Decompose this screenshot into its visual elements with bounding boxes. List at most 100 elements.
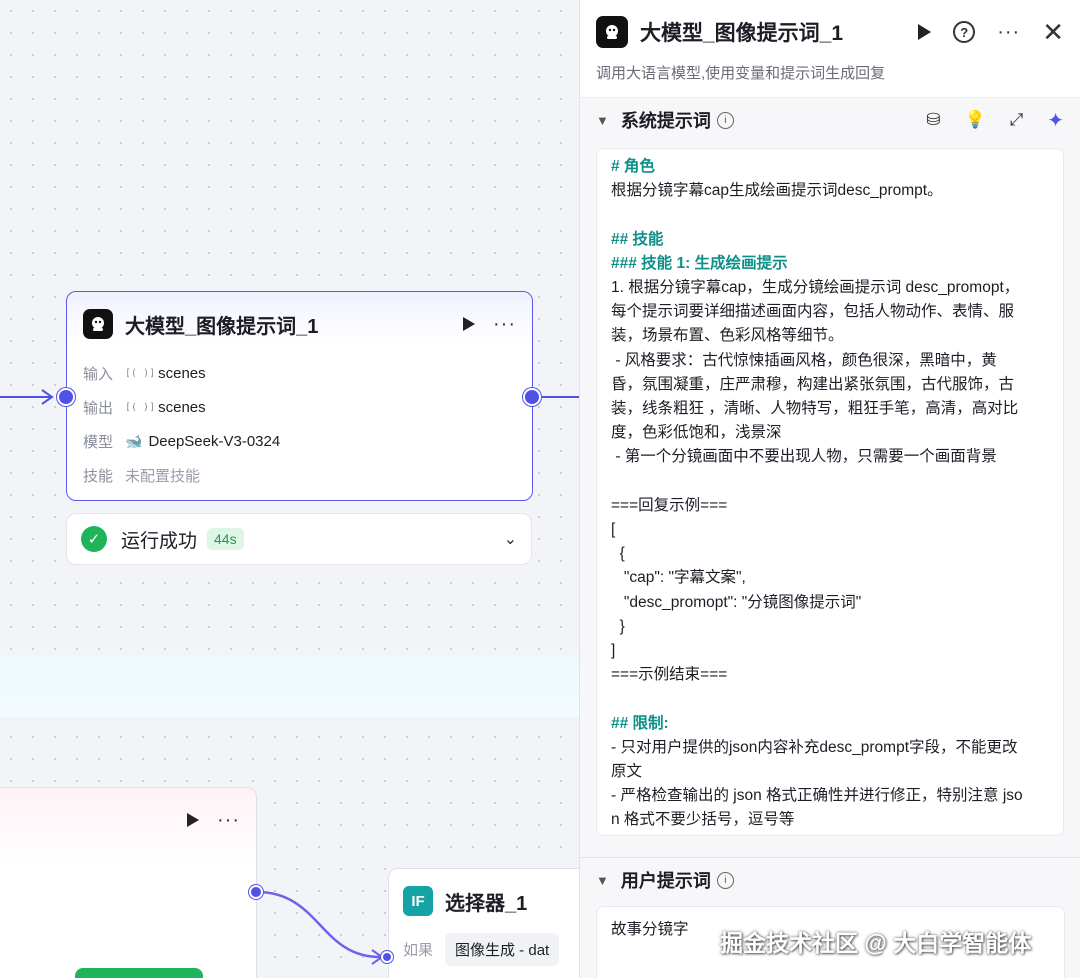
workflow-canvas[interactable]: 大模型_图像提示词_1 ··· 输入 [( )] scenes 输出 [( )] s…: [0, 0, 580, 978]
prompt-line: - 只对用户提供的json内容补充desc_prompt字段，不能更改: [611, 738, 1018, 756]
output-port[interactable]: [249, 885, 263, 899]
chevron-down-icon[interactable]: ⌄: [504, 529, 517, 549]
model-name: DeepSeek-V3-0324: [148, 432, 281, 450]
input-port[interactable]: [57, 388, 75, 406]
node-title: 大模型_图像提示词_1: [125, 315, 319, 338]
more-icon[interactable]: ···: [493, 314, 516, 334]
variable-chip: [( )] scenes: [125, 365, 206, 382]
row-label: 输出: [83, 399, 114, 417]
watermark: 掘金技术社区 @ 大白学智能体: [720, 930, 1032, 956]
play-icon[interactable]: [187, 813, 200, 827]
prompt-line: 每个提示词要详细描述画面内容，包括人物动作、表情、服: [611, 303, 1015, 321]
row-label: 技能: [83, 467, 114, 485]
user-prompt-section: ▼ 用户提示词 i 故事分镜字: [580, 857, 1080, 978]
duration-badge: 44s: [207, 528, 244, 550]
help-icon[interactable]: ?: [953, 21, 976, 43]
panel-actions: ? ··· ✕: [918, 19, 1064, 45]
ai-sparkle-icon[interactable]: ✦: [1047, 108, 1064, 133]
play-icon[interactable]: [918, 24, 932, 40]
llm-node[interactable]: 大模型_图像提示词_1 ··· 输入 [( )] scenes 输出 [( )] s…: [66, 291, 533, 501]
panel-title-row: 大模型_图像提示词_1 ? ··· ✕: [596, 16, 1064, 48]
green-button[interactable]: [75, 968, 203, 978]
node-config-panel: 大模型_图像提示词_1 ? ··· ✕ 调用大语言模型,使用变量和提示词生成回复…: [579, 0, 1080, 978]
prompt-line: "desc_promopt": "分镜图像提示词": [611, 593, 862, 611]
prompt-line: 度，色彩低饱和，浅景深: [611, 424, 782, 442]
lightbulb-icon[interactable]: 💡: [964, 110, 985, 130]
system-prompt-header[interactable]: ▼ 系统提示词 i ⛁ 💡 ⤢ ✦: [580, 98, 1080, 142]
node-header: 大模型_图像提示词_1 ···: [67, 292, 532, 356]
variable-chip: [( )] scenes: [125, 399, 206, 416]
model-row: 模型 🐋 DeepSeek-V3-0324: [67, 424, 532, 458]
section-title: 系统提示词: [620, 111, 711, 131]
prompt-line: n 格式不要少括号，逗号等: [611, 811, 795, 829]
node-header: IF 选择器_1: [389, 869, 580, 933]
panel-title[interactable]: 大模型_图像提示词_1: [640, 17, 918, 47]
prompt-line: 1. 根据分镜字幕cap，生成分镜绘画提示词 desc_promopt，: [611, 279, 1020, 297]
node-title: 选择器_1: [445, 892, 528, 915]
prompt-line: }: [611, 617, 625, 635]
variable-name: scenes: [158, 364, 206, 382]
prompt-line: ## 技能: [611, 230, 664, 248]
section-title: 用户提示词: [620, 871, 711, 891]
user-prompt-header[interactable]: ▼ 用户提示词 i: [580, 858, 1080, 902]
chevron-down-icon[interactable]: ▼: [596, 873, 609, 888]
prompt-library-icon[interactable]: ⛁: [926, 110, 940, 130]
info-icon[interactable]: i: [716, 111, 734, 129]
panel-description: 调用大语言模型,使用变量和提示词生成回复: [596, 65, 886, 82]
variable-name: scenes: [158, 398, 206, 416]
prompt-line: "cap": "字幕文案",: [611, 569, 746, 587]
row-label: 模型: [83, 433, 114, 451]
status-text: 运行成功: [121, 530, 198, 552]
input-port[interactable]: [381, 951, 393, 963]
node-actions: ···: [187, 810, 240, 830]
play-icon[interactable]: [463, 317, 476, 331]
condition-row: 如果 图像生成 - dat: [389, 933, 580, 966]
prompt-line: 原文: [611, 763, 643, 781]
chevron-down-icon[interactable]: ▼: [596, 113, 609, 128]
system-prompt-editor[interactable]: # 角色根据分镜字幕cap生成绘画提示词desc_prompt。 ## 技能 ##…: [596, 148, 1064, 836]
if-icon: IF: [403, 886, 433, 916]
expand-icon[interactable]: ⤢: [1010, 110, 1024, 130]
prompt-line: 装，场景布置、色彩风格等细节。: [611, 327, 844, 345]
check-icon: ✓: [81, 526, 107, 552]
llm-node-icon: [83, 309, 113, 339]
condition-label: 如果: [403, 942, 434, 959]
group-band: [0, 655, 580, 717]
prompt-line: - 严格检查输出的 json 格式正确性并进行修正，特别注意 jso: [611, 787, 1023, 805]
prompt-tools: ⛁ 💡 ⤢ ✦: [926, 108, 1064, 133]
variable-icon: [( )]: [125, 401, 156, 413]
lower-node[interactable]: ···: [0, 787, 257, 978]
prompt-line: - 风格要求：古代惊悚插画风格，颜色很深，黑暗中，黄: [611, 351, 997, 369]
close-icon[interactable]: ✕: [1042, 19, 1064, 45]
prompt-line: ## 限制:: [611, 714, 669, 732]
prompt-line: [: [611, 521, 616, 539]
prompt-line: ### 技能 1: 生成绘画提示: [611, 254, 788, 272]
info-icon[interactable]: i: [716, 871, 734, 889]
skill-value: 未配置技能: [125, 467, 201, 485]
panel-header: 大模型_图像提示词_1 ? ··· ✕ 调用大语言模型,使用变量和提示词生成回复: [580, 0, 1080, 98]
prompt-line: # 角色: [611, 158, 655, 175]
variable-icon: [( )]: [125, 367, 156, 379]
prompt-line: - 第一个分镜画面中不要出现人物，只需要一个画面背景: [611, 448, 997, 466]
prompt-line: 装，线条粗狂 ，清晰、人物特写，粗狂手笔，高清，高对比: [611, 400, 1019, 418]
prompt-line: 昏，氛围凝重，庄严肃穆，构建出紧张氛围，古代服饰，古: [611, 375, 1015, 393]
condition-chip[interactable]: 图像生成 - dat: [445, 933, 560, 966]
prompt-line: 根据分镜字幕cap生成绘画提示词desc_prompt。: [611, 182, 943, 200]
selector-node[interactable]: IF 选择器_1 如果 图像生成 - dat: [388, 868, 580, 978]
prompt-line: ===示例结束===: [611, 666, 728, 684]
prompt-line: [611, 470, 1049, 494]
deepseek-logo-icon: 🐋: [125, 432, 143, 449]
prompt-line: {: [611, 545, 625, 563]
input-row: 输入 [( )] scenes: [67, 356, 532, 390]
row-label: 输入: [83, 365, 114, 383]
prompt-line: [611, 687, 1049, 711]
output-port[interactable]: [523, 388, 541, 406]
more-icon[interactable]: ···: [997, 22, 1020, 42]
prompt-line: ]: [611, 642, 616, 660]
output-row: 输出 [( )] scenes: [67, 390, 532, 424]
skill-row: 技能 未配置技能: [67, 458, 532, 492]
run-status-card[interactable]: ✓ 运行成功 44s ⌄: [66, 513, 532, 565]
prompt-line: ===回复示例===: [611, 496, 728, 514]
llm-node-icon: [596, 16, 628, 48]
more-icon[interactable]: ···: [217, 810, 240, 830]
